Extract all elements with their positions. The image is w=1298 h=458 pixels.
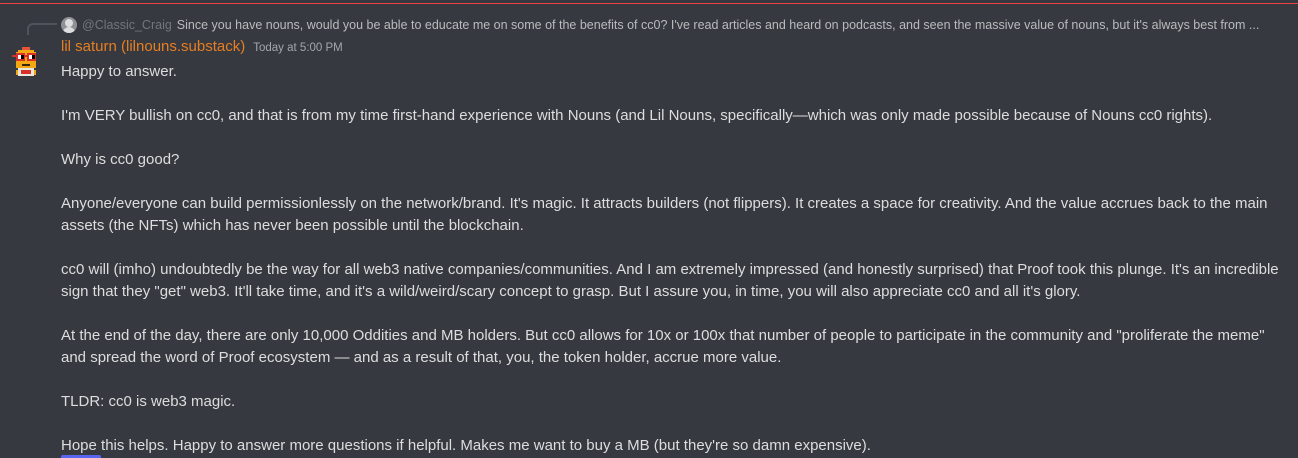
message-paragraph: Anyone/everyone can build permissionless… bbox=[61, 195, 1268, 234]
reply-avatar-icon[interactable] bbox=[61, 17, 77, 33]
message-paragraph: cc0 will (imho) undoubtedly be the way f… bbox=[61, 261, 1279, 300]
message-content: Happy to answer. I'm VERY bullish on cc0… bbox=[61, 61, 1286, 457]
message-header: lil saturn (lilnouns.substack) Today at … bbox=[61, 38, 343, 58]
message-paragraph: TLDR: cc0 is web3 magic. bbox=[61, 393, 236, 410]
reply-preview-text[interactable]: Since you have nouns, would you be able … bbox=[177, 18, 1291, 32]
message-author-name[interactable]: lil saturn (lilnouns.substack) bbox=[61, 38, 245, 55]
message-paragraph: Hope this helps. Happy to answer more qu… bbox=[61, 437, 871, 454]
pixel-noun-avatar-icon[interactable] bbox=[6, 41, 46, 81]
new-messages-divider bbox=[0, 3, 1298, 4]
message-paragraph: I'm VERY bullish on cc0, and that is fro… bbox=[61, 107, 1213, 124]
reply-reference[interactable]: @Classic_Craig Since you have nouns, wou… bbox=[61, 16, 1291, 34]
reply-author-mention[interactable]: @Classic_Craig bbox=[82, 18, 172, 32]
reply-connector-line bbox=[27, 23, 57, 35]
message-timestamp[interactable]: Today at 5:00 PM bbox=[253, 42, 343, 54]
chat-message-view: @Classic_Craig Since you have nouns, wou… bbox=[0, 0, 1298, 458]
message-paragraph: At the end of the day, there are only 10… bbox=[61, 327, 1265, 366]
message-paragraph: Why is cc0 good? bbox=[61, 151, 180, 168]
message-paragraph: Happy to answer. bbox=[61, 63, 177, 80]
